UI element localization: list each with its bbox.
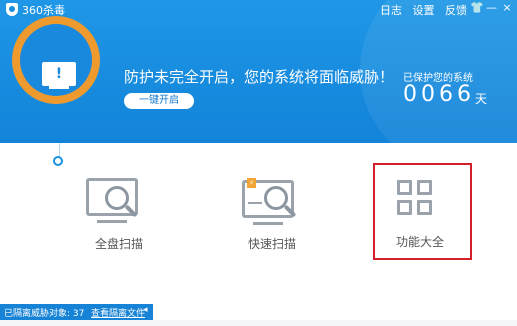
quarantine-status-bar: 已隔离威胁对象: 37 查看隔离文件 ◂	[0, 304, 153, 320]
full-scan-label: 全盘扫描	[95, 237, 144, 251]
highlight-box	[373, 163, 472, 260]
quick-scan-label: 快速扫描	[248, 237, 297, 251]
monitor-warning-icon: !	[42, 62, 76, 86]
antivirus-window: 360杀毒 日志 设置 反馈 👕 — × ! 防护未完全开启，您的系统将面临威胁…	[0, 0, 517, 326]
minimize-button[interactable]: —	[486, 1, 498, 14]
lightning-tag-icon: ⚡	[247, 178, 256, 188]
enable-protection-button[interactable]: 一键开启	[124, 93, 194, 109]
protection-banner: 360杀毒 日志 设置 反馈 👕 — × ! 防护未完全开启，您的系统将面临威胁…	[0, 0, 517, 143]
window-controls: 👕 — ×	[470, 1, 513, 14]
menu-item-log[interactable]: 日志	[380, 4, 402, 17]
shield-logo-icon	[6, 3, 18, 16]
top-menu: 日志 设置 反馈	[373, 2, 467, 18]
monitor-base	[253, 222, 283, 225]
menu-item-feedback[interactable]: 反馈	[445, 4, 467, 17]
protected-days-unit: 天	[475, 92, 488, 106]
pulse-line	[248, 202, 262, 212]
menu-item-settings[interactable]: 设置	[413, 4, 435, 17]
monitor-base	[97, 220, 127, 223]
full-scan-button[interactable]: 全盘扫描	[80, 172, 160, 252]
title-bar: 360杀毒 日志 设置 反馈 👕 — ×	[0, 0, 517, 20]
monitor-stand	[49, 86, 69, 89]
quick-scan-button[interactable]: ⚡ 快速扫描	[228, 172, 308, 252]
protected-days-count: 0066	[403, 82, 475, 107]
view-quarantine-link[interactable]: 查看隔离文件	[91, 306, 145, 319]
skin-icon[interactable]: 👕	[470, 1, 484, 14]
timeline-dot	[53, 156, 63, 166]
exclamation-icon: !	[55, 66, 63, 82]
timeline-connector	[59, 143, 60, 157]
protection-warning-text: 防护未完全开启，您的系统将面临威胁！	[124, 68, 395, 86]
close-button[interactable]: ×	[501, 1, 513, 14]
collapse-arrow-icon[interactable]: ◂	[143, 305, 148, 315]
quarantine-count: 已隔离威胁对象: 37	[4, 309, 85, 319]
bottom-strip	[0, 320, 517, 326]
